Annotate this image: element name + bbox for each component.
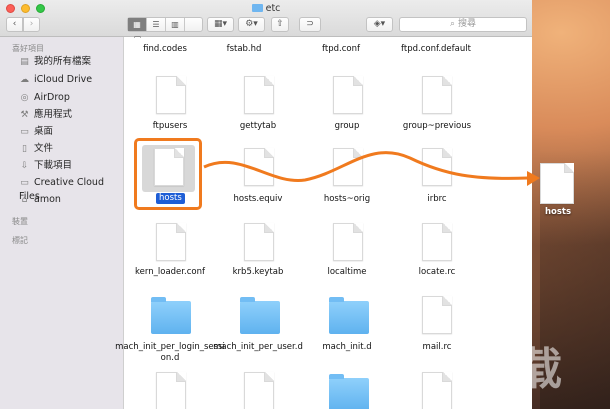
desktop-file-label[interactable]: hosts [535,207,581,217]
desktop-document-icon[interactable] [540,163,574,204]
watermark-logo: 下载 [478,344,562,395]
